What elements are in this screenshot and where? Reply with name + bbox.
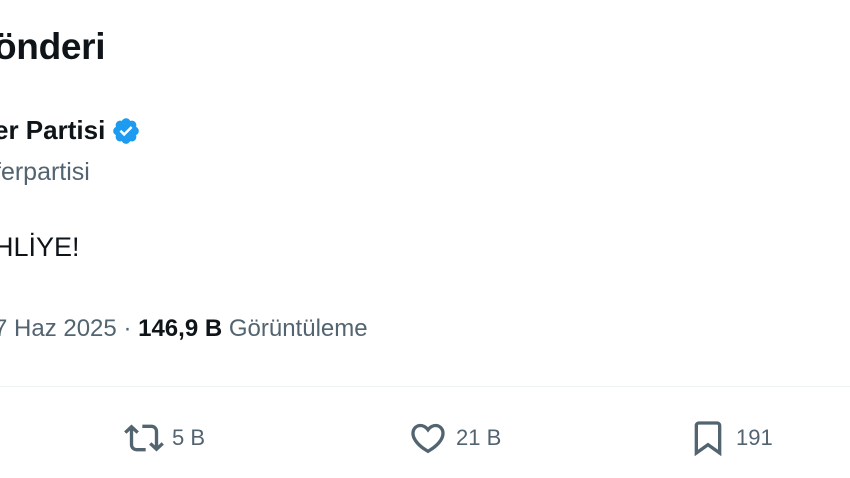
author-handle[interactable]: ferpartisi (0, 158, 90, 187)
views-count: 146,9 B (138, 315, 223, 342)
retweet-button[interactable]: 5 B (124, 418, 205, 458)
like-button[interactable]: 21 B (408, 418, 501, 458)
post-text: HLİYE! (0, 232, 80, 262)
verified-badge-icon (111, 116, 141, 146)
post-meta: 7 Haz 2025 · 146,9 B Görüntüleme (0, 315, 368, 343)
post-date[interactable]: 7 Haz 2025 (0, 315, 117, 342)
author-row[interactable]: er Partisi (0, 114, 141, 146)
post-detail-page: önderi er Partisi ferpartisi HLİYE! 7 Ha… (0, 0, 850, 478)
bookmark-button[interactable]: 191 (688, 418, 773, 458)
meta-separator: · (123, 315, 132, 342)
retweet-icon (124, 424, 164, 452)
author-name[interactable]: er Partisi (0, 115, 105, 146)
page-title: önderi (0, 26, 106, 67)
retweet-count: 5 B (172, 425, 206, 450)
bookmark-count: 191 (736, 425, 773, 450)
bookmark-icon (694, 421, 722, 457)
views-label: Görüntüleme (228, 315, 368, 342)
heart-icon (411, 423, 445, 454)
like-count: 21 B (456, 425, 502, 450)
divider (0, 386, 850, 387)
